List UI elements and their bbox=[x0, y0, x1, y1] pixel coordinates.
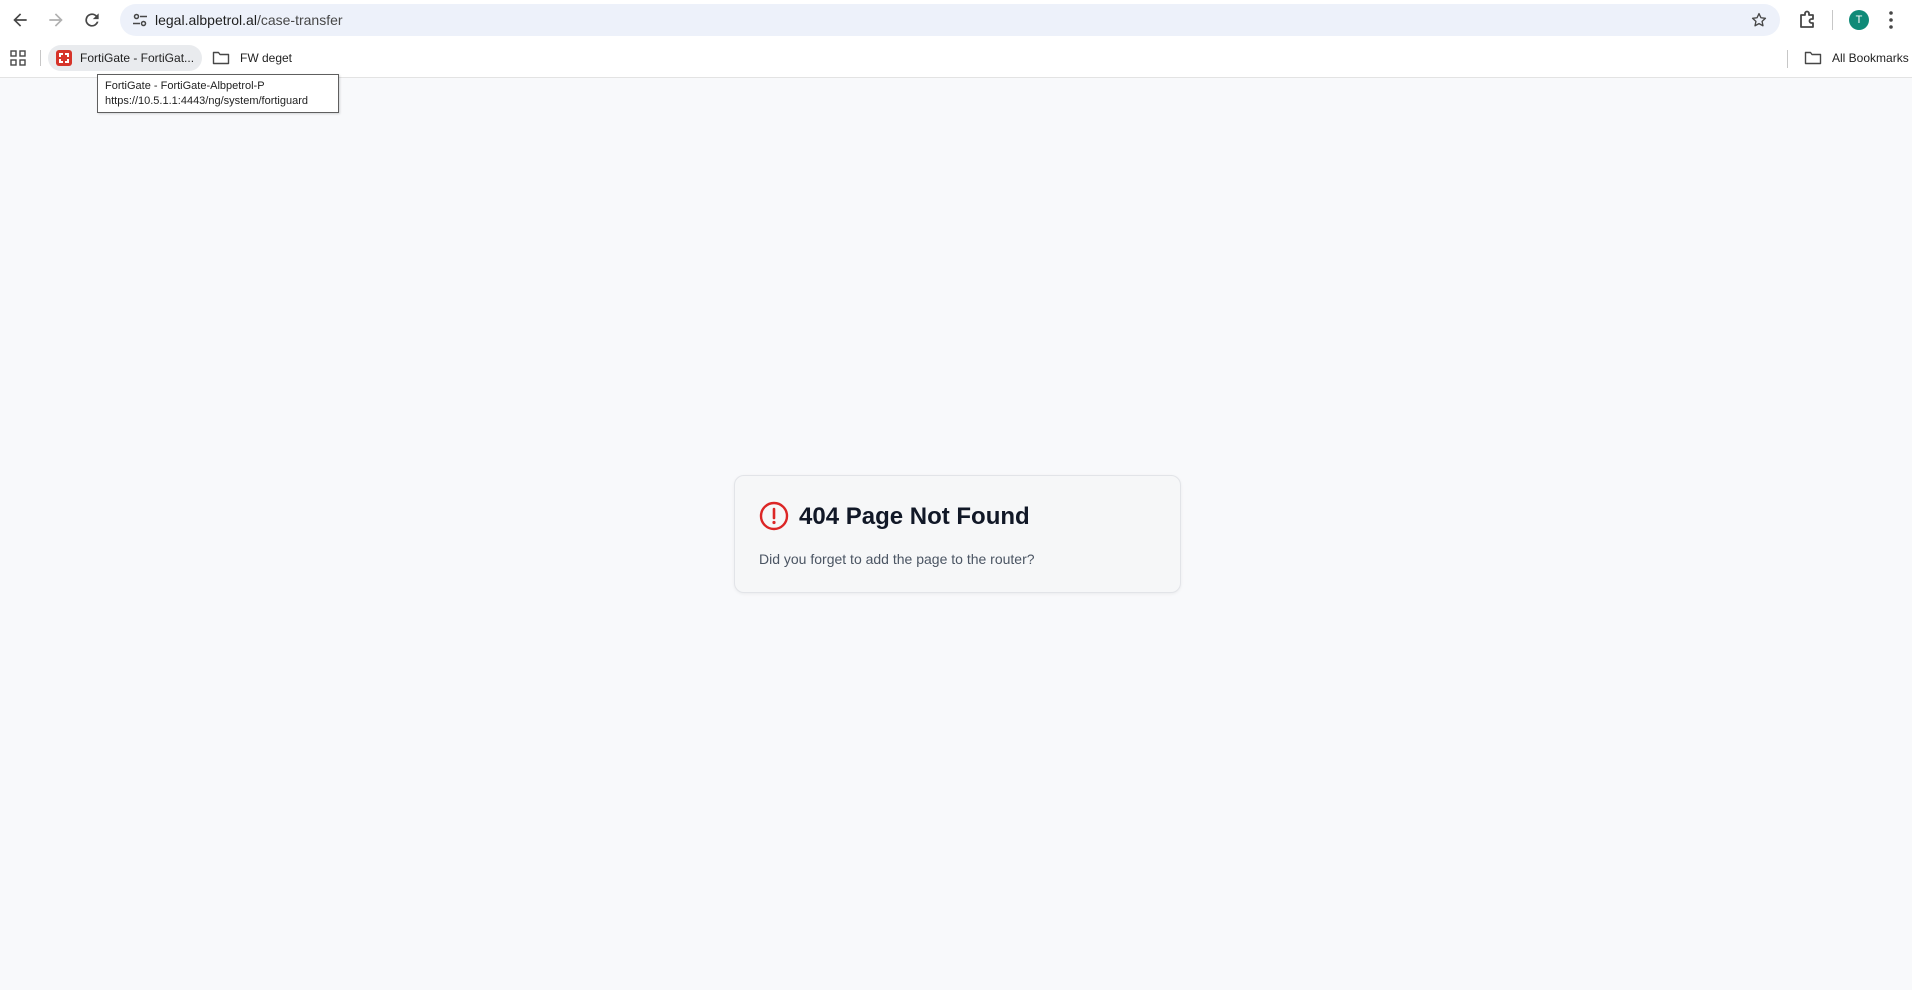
folder-icon bbox=[212, 51, 230, 65]
bookmark-folder-fw-deget[interactable]: FW deget bbox=[204, 45, 300, 71]
folder-icon bbox=[1804, 51, 1822, 65]
apps-grid-icon[interactable] bbox=[10, 50, 26, 66]
error-card: 404 Page Not Found Did you forget to add… bbox=[734, 475, 1181, 593]
browser-toolbar: legal.albpetrol.al/case-transfer T bbox=[0, 0, 1912, 40]
all-bookmarks-button[interactable]: All Bookmarks bbox=[1796, 45, 1912, 71]
bookmark-label: FortiGate - FortiGat... bbox=[80, 51, 195, 65]
tooltip-url: https://10.5.1.1:4443/ng/system/fortigua… bbox=[105, 95, 309, 107]
url-text[interactable]: legal.albpetrol.al/case-transfer bbox=[155, 12, 343, 28]
bookmark-label: FW deget bbox=[240, 51, 293, 65]
address-bar[interactable]: legal.albpetrol.al/case-transfer bbox=[120, 4, 1780, 36]
bookmark-star-icon[interactable] bbox=[1750, 11, 1768, 29]
all-bookmarks-label: All Bookmarks bbox=[1832, 51, 1909, 65]
reload-icon bbox=[85, 13, 99, 27]
back-button[interactable] bbox=[4, 4, 36, 36]
arrow-left-icon bbox=[13, 13, 27, 27]
toolbar-separator bbox=[1832, 10, 1833, 30]
tooltip-title: FortiGate - FortiGate-Albpetrol-P bbox=[105, 80, 265, 92]
fortigate-favicon bbox=[56, 50, 72, 66]
more-menu-icon[interactable] bbox=[1886, 9, 1896, 31]
error-title: 404 Page Not Found bbox=[799, 503, 1030, 530]
reload-button[interactable] bbox=[76, 4, 108, 36]
error-message: Did you forget to add the page to the ro… bbox=[759, 551, 1035, 567]
arrow-right-icon bbox=[49, 13, 63, 27]
alert-circle-icon bbox=[759, 501, 789, 531]
bookmarks-bar: FortiGate - FortiGat... FW deget All Boo… bbox=[0, 40, 1912, 78]
bookmarks-separator bbox=[40, 50, 41, 66]
url-path: /case-transfer bbox=[256, 12, 343, 28]
url-host: legal.albpetrol.al bbox=[155, 12, 257, 28]
all-bookmarks-separator bbox=[1787, 50, 1788, 68]
profile-avatar[interactable]: T bbox=[1849, 10, 1869, 30]
bookmark-tooltip: FortiGate - FortiGate-Albpetrol-P https:… bbox=[97, 74, 339, 113]
bookmark-fortigate[interactable]: FortiGate - FortiGat... bbox=[48, 45, 203, 71]
site-info-icon[interactable] bbox=[132, 12, 148, 28]
forward-button[interactable] bbox=[40, 4, 72, 36]
extensions-icon[interactable] bbox=[1796, 8, 1820, 32]
